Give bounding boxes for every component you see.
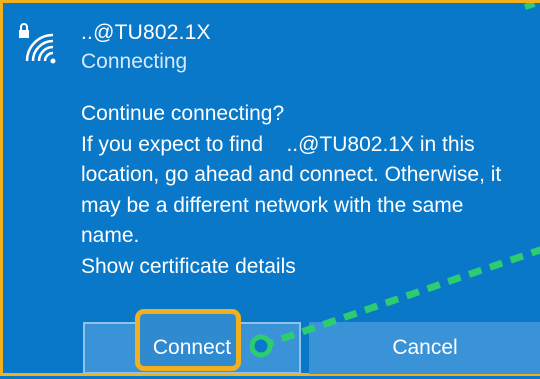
message-line: location, go ahead and connect. Otherwis… xyxy=(81,163,502,186)
message-line: may be a different network with the same xyxy=(81,193,464,217)
connect-label: Connect xyxy=(152,336,232,359)
connection-status: Connecting xyxy=(81,50,188,73)
wifi-secured-icon xyxy=(17,23,57,65)
message-line: Continue connecting? xyxy=(81,102,285,125)
connect-button-text[interactable]: Connect xyxy=(83,322,301,374)
prompt-message: Continue connecting? If you expect to fi… xyxy=(81,99,531,282)
message-line: name. xyxy=(81,224,140,247)
wifi-network-panel: ..@TU802.1X Connecting Continue connecti… xyxy=(0,0,540,376)
cancel-button-label: Cancel xyxy=(392,336,458,359)
show-certificate-link[interactable]: Show certificate details xyxy=(81,252,531,283)
network-name: ..@TU802.1X xyxy=(81,21,211,44)
message-line: If you expect to find ..@TU802.1X in thi… xyxy=(81,132,475,156)
cancel-button[interactable]: Cancel xyxy=(309,322,540,374)
